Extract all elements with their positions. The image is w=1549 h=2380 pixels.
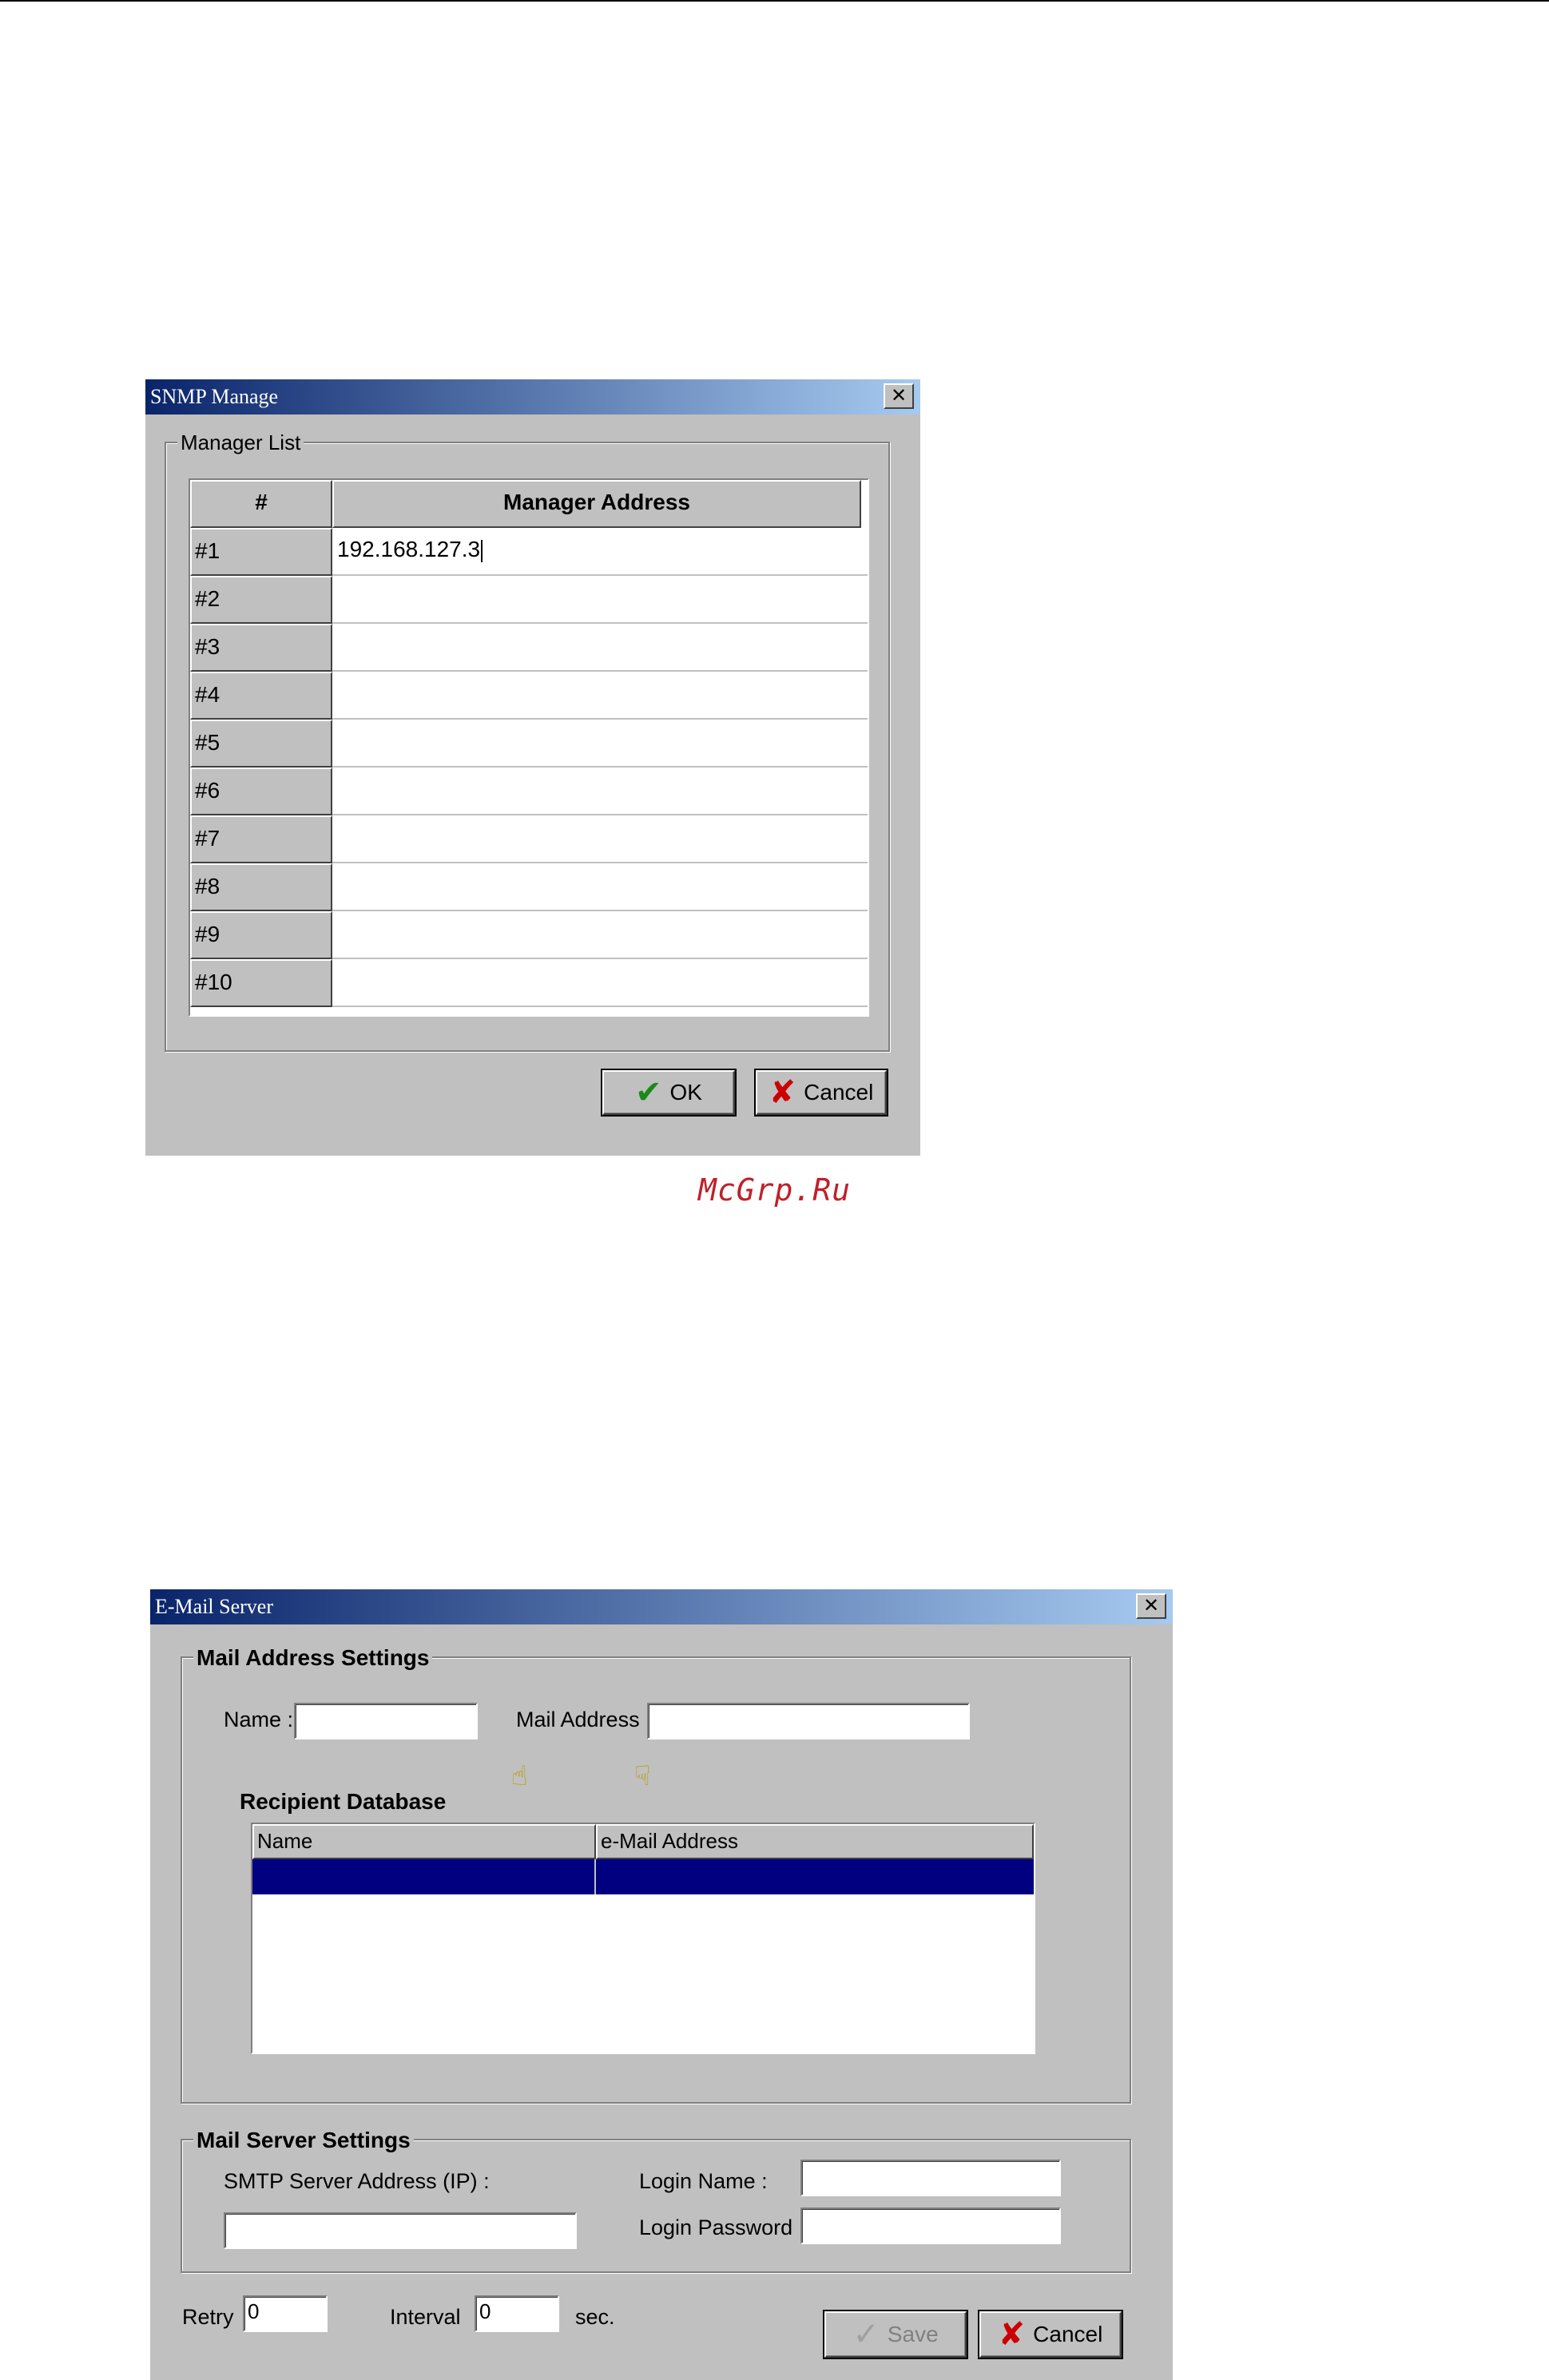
row-number-cell: #7 [190,815,332,863]
add-recipient-icon[interactable]: ☝ [511,1760,528,1792]
row-number-cell: #1 [190,528,332,576]
row-number-cell: #8 [190,863,332,911]
cancel-x-icon: ✘ [998,2316,1026,2353]
grid-row[interactable]: #9 [190,911,868,959]
manager-list-legend: Manager List [177,430,304,455]
snmp-close-button[interactable]: ✕ [884,383,914,409]
retry-label: Retry [182,2305,234,2329]
list-column-divider [594,1859,596,1894]
close-icon: ✕ [1142,1594,1160,1616]
smtp-server-input[interactable] [224,2212,577,2249]
save-button[interactable]: ✓ Save [824,2311,967,2358]
manager-address-cell[interactable] [332,768,868,815]
smtp-server-label: SMTP Server Address (IP) : [224,2169,490,2193]
retry-input[interactable]: 0 [243,2295,328,2332]
text-cursor [481,539,483,562]
login-password-label: Login Password : [639,2215,805,2239]
manager-address-cell[interactable] [332,863,868,911]
manager-address-cell[interactable] [332,959,868,1007]
row-number-cell: #4 [190,672,332,720]
seconds-label: sec. [575,2305,615,2329]
mail-server-settings-legend: Mail Server Settings [193,2128,414,2153]
ok-button[interactable]: ✔ OK [602,1070,735,1115]
save-label: Save [887,2322,939,2346]
login-name-input[interactable] [800,2160,1061,2196]
grid-row[interactable]: #10 [190,959,868,1007]
checkmark-icon: ✔ [635,1074,662,1111]
grid-row[interactable]: #7 [190,815,868,863]
grid-row[interactable]: #1 192.168.127.3 [190,528,868,576]
cancel-label: Cancel [804,1080,874,1105]
recipient-list[interactable]: Name e-Mail Address [251,1823,1035,2054]
email-cancel-button[interactable]: ✘ Cancel [979,2311,1122,2358]
manager-address-cell[interactable]: 192.168.127.3 [332,528,868,576]
manager-address-text: 192.168.127.3 [337,537,481,561]
name-input[interactable] [294,1703,478,1739]
grid-row[interactable]: #6 [190,768,868,815]
grid-row[interactable]: #5 [190,720,868,768]
mail-address-label: Mail Address : [516,1708,652,1731]
list-header-email[interactable]: e-Mail Address [596,1824,1034,1859]
grid-header-manager-address[interactable]: Manager Address [332,480,861,528]
mail-address-input[interactable] [647,1703,970,1739]
cancel-button[interactable]: ✘ Cancel [756,1070,887,1115]
grid-row[interactable]: #8 [190,863,868,911]
login-password-input[interactable] [800,2207,1061,2244]
row-number-cell: #9 [190,911,332,959]
manager-list-group: Manager List # Manager Address #1 192.16… [165,430,890,1052]
manager-address-cell[interactable] [332,720,868,768]
cancel-x-icon: ✘ [769,1074,796,1111]
mail-server-settings-group: Mail Server Settings SMTP Server Address… [181,2128,1131,2273]
grid-row[interactable]: #2 [190,576,868,624]
mail-address-settings-legend: Mail Address Settings [193,1645,433,1671]
email-dialog-title: E-Mail Server [155,1595,274,1618]
grid-row[interactable]: #4 [190,672,868,720]
email-close-button[interactable]: ✕ [1136,1593,1166,1619]
manager-grid: # Manager Address #1 192.168.127.3 #2 #3… [189,478,869,1017]
selected-list-row[interactable] [252,1859,1034,1894]
close-icon: ✕ [890,384,908,407]
remove-recipient-icon[interactable]: ☟ [634,1760,651,1792]
manager-address-cell[interactable] [332,815,868,863]
snmp-title-bar: SNMP Manage ✕ [145,379,920,415]
row-number-cell: #3 [190,624,332,672]
row-number-cell: #10 [190,959,332,1007]
manager-address-cell[interactable] [332,576,868,624]
manager-address-cell[interactable] [332,624,868,672]
login-name-label: Login Name : [639,2169,768,2193]
grid-header-number[interactable]: # [190,480,332,528]
row-number-cell: #2 [190,576,332,624]
list-header-name[interactable]: Name [252,1824,596,1859]
snmp-manage-dialog: SNMP Manage ✕ Manager List # Manager Add… [145,379,920,1156]
email-title-bar: E-Mail Server ✕ [150,1589,1173,1624]
interval-input[interactable]: 0 [475,2295,559,2332]
row-number-cell: #6 [190,768,332,815]
email-server-dialog: E-Mail Server ✕ Mail Address Settings Na… [150,1589,1173,2380]
mail-address-settings-group: Mail Address Settings Name : Mail Addres… [181,1645,1131,2104]
watermark-text: McGrp.Ru [698,1172,852,1208]
page-top-rule [0,0,1549,2]
name-label: Name : [224,1708,294,1731]
snmp-dialog-title: SNMP Manage [150,385,279,408]
checkmark-icon: ✓ [852,2316,880,2353]
manager-address-cell[interactable] [332,672,868,720]
manager-address-cell[interactable] [332,911,868,959]
row-number-cell: #5 [190,720,332,768]
recipient-database-label: Recipient Database [240,1789,447,1814]
ok-label: OK [669,1080,702,1105]
email-cancel-label: Cancel [1033,2322,1103,2346]
interval-label: Interval [390,2305,461,2329]
grid-row[interactable]: #3 [190,624,868,672]
